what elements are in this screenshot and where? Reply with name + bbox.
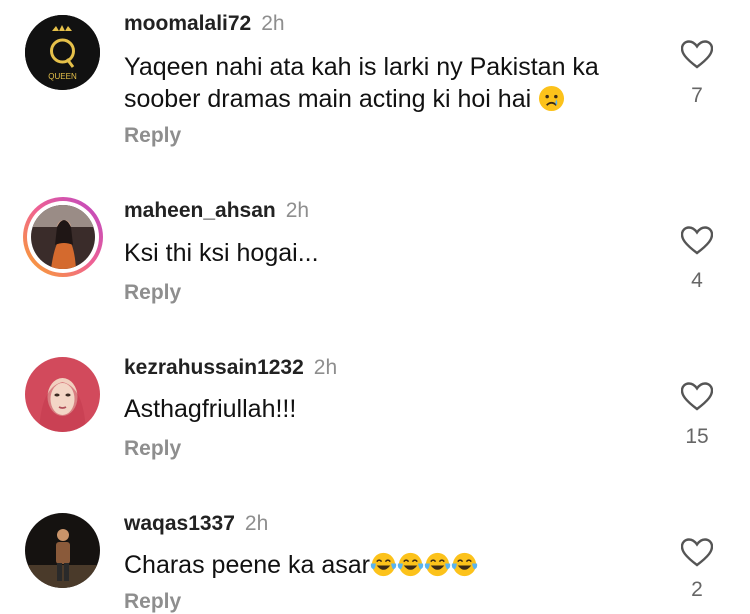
comment-text-body: Yaqeen nahi ata kah is larki ny Pakistan… [124,53,599,113]
comment-text: Yaqeen nahi ata kah is larki ny Pakistan… [124,51,664,115]
comment-time: 2h [244,512,269,535]
comment-username[interactable]: kezrahussain1232 2h [124,356,337,380]
avatar-logo-text: QUEEN [48,72,77,81]
username[interactable]: maheen_ahsan [124,199,276,222]
like-count: 4 [691,269,703,292]
comment-username[interactable]: waqas1337 2h [124,512,268,536]
username[interactable]: waqas1337 [124,512,235,535]
like-count: 7 [691,84,703,107]
comment-username[interactable]: maheen_ahsan 2h [124,199,309,223]
comment-time: 2h [285,199,310,222]
comment-username[interactable]: moomalali72 2h [124,12,285,36]
avatar[interactable] [23,197,103,277]
tears-of-joy-icon [370,552,397,577]
heart-icon[interactable] [681,538,713,568]
tears-of-joy-icon [424,552,451,577]
comment-text-body: Charas peene ka asar [124,551,370,579]
reply-button[interactable]: Reply [124,124,181,148]
heart-icon[interactable] [681,382,713,412]
comment-text: Ksi thi ksi hogai... [124,239,319,267]
like-count: 15 [685,425,709,448]
heart-icon[interactable] [681,40,713,70]
tears-of-joy-icon [397,552,424,577]
reply-button[interactable]: Reply [124,590,181,614]
username[interactable]: moomalali72 [124,12,251,35]
avatar[interactable]: QUEEN [25,15,100,90]
crying-face-icon [539,85,565,112]
tears-of-joy-icon [451,552,478,577]
comment-time: 2h [261,12,285,35]
avatar[interactable] [25,357,100,432]
reply-button[interactable]: Reply [124,437,181,461]
comment-time: 2h [313,356,338,379]
like-count: 2 [691,578,703,601]
avatar[interactable] [25,513,100,588]
comment-text: Charas peene ka asar [124,549,664,581]
comment-text: Asthagfriullah!!! [124,395,297,423]
heart-icon[interactable] [681,226,713,256]
username[interactable]: kezrahussain1232 [124,356,304,379]
reply-button[interactable]: Reply [124,281,181,305]
